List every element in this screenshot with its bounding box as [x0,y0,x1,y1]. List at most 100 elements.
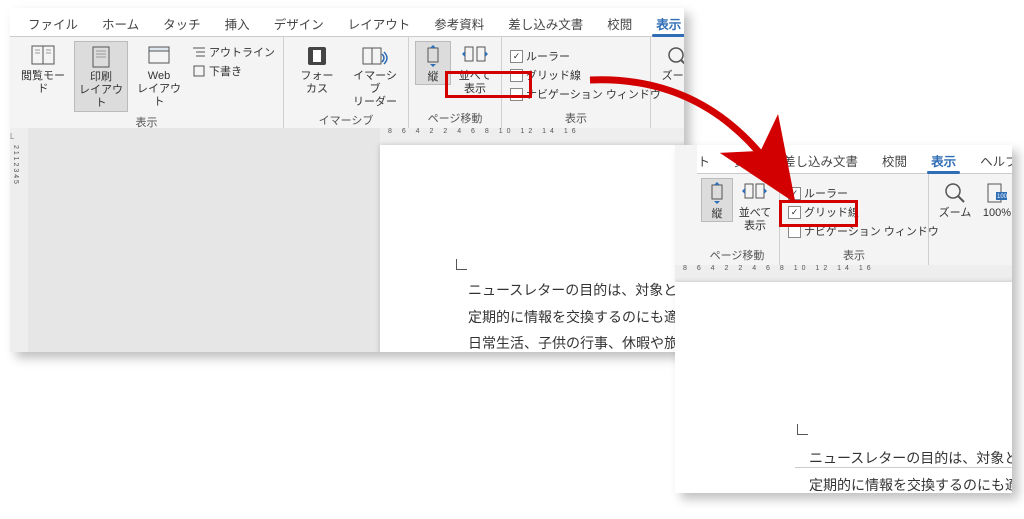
draft-button[interactable]: 下書き [190,62,277,80]
web-layout-icon [146,44,172,68]
zoom-button[interactable]: ズーム [657,41,684,83]
reading-mode-button[interactable]: 閲覧モード [16,41,70,96]
checkbox-icon [788,187,801,200]
ribbon: 縦 並べて 表示 ページ移動 ルーラー [675,174,1012,267]
checkbox-icon [510,50,523,63]
zoom-100-label: 100% [979,207,1012,220]
checkbox-icon [510,69,523,82]
clipped-edge [675,145,697,265]
vertical-button[interactable]: 縦 [415,41,451,85]
web-layout-label: Web レイアウト [132,70,186,110]
doc-line-1: ニュースレターの目的は、対象と [468,279,684,306]
print-layout-button[interactable]: 印刷 レイアウト [74,41,128,112]
tab-mailings[interactable]: 差し込み文書 [773,146,868,173]
document-area: L 8 6 4 2 2 4 6 8 10 12 14 16 2 1 1 2 3 … [10,128,684,352]
group-page-movement: 縦 並べて 表示 ページ移動 [409,37,502,129]
gridlines-checkbox[interactable]: グリッド線 [508,66,663,84]
focus-label: フォー カス [290,70,344,96]
tab-insert[interactable]: 挿入 [215,9,260,36]
tab-help[interactable]: ヘルプ [970,146,1012,173]
group-page-movement: 縦 並べて 表示 ページ移動 [695,174,780,266]
document-page[interactable]: ニュースレターの目的は、対象と 定期的に情報を交換するのにも適 日常生活、子供の… [380,145,684,352]
horizontal-ruler[interactable]: 8 6 4 2 2 4 6 8 10 12 14 16 [675,265,1012,282]
zoom-100-icon: 100 [986,181,1008,205]
immersive-reader-icon [361,44,389,68]
tab-design[interactable]: デザイン [264,9,334,36]
svg-text:100: 100 [997,194,1008,200]
ruler-corner: L [10,128,28,145]
side-by-side-button[interactable]: 並べて 表示 [737,178,773,233]
doc-line-1: ニュースレターの目的は、対象と [809,447,1012,474]
draft-label: 下書き [209,63,242,79]
tab-view[interactable]: 表示 [646,9,684,36]
zoom-icon [665,44,684,68]
screenshot-before: ファイル ホーム タッチ 挿入 デザイン レイアウト 参考資料 差し込み文書 校… [10,8,684,352]
group-views: 閲覧モード 印刷 レイアウト Web レイアウト アウトライン [10,37,284,129]
document-text: ニュースレターの目的は、対象と 定期的に情報を交換するのにも適 日常生活、子供の… [809,447,1012,493]
vertical-button[interactable]: 縦 [701,178,733,222]
vertical-label: 縦 [416,71,450,84]
paragraph-mark-icon [797,424,808,435]
horizontal-ruler[interactable]: 8 6 4 2 2 4 6 8 10 12 14 16 [380,128,684,145]
document-text: ニュースレターの目的は、対象と 定期的に情報を交換するのにも適 日常生活、子供の… [468,279,684,352]
zoom-label: ズーム [657,70,684,83]
tab-mailings[interactable]: 差し込み文書 [498,9,593,36]
print-layout-label: 印刷 レイアウト [75,71,127,111]
zoom-button[interactable]: ズーム [935,178,975,220]
zoom-icon [943,181,967,205]
ruler-checkbox[interactable]: ルーラー [508,47,663,65]
v-ruler-numbers: 2 1 1 2 3 4 5 [12,145,19,184]
vertical-icon [423,45,443,69]
tab-view[interactable]: 表示 [921,146,966,173]
checkbox-icon [788,206,801,219]
tab-references[interactable]: 参考資料 [424,9,494,36]
navigation-pane-checkbox[interactable]: ナビゲーション ウィンドウ [786,222,941,240]
checkbox-icon [788,225,801,238]
tab-touch[interactable]: タッチ [153,9,211,36]
side-by-side-button[interactable]: 並べて 表示 [455,41,495,96]
focus-button[interactable]: フォー カス [290,41,344,96]
tab-review[interactable]: 校閲 [597,9,642,36]
outline-button[interactable]: アウトライン [190,43,277,61]
group-immersive: フォー カス イマーシブ リーダー イマーシブ [284,37,409,129]
tab-home[interactable]: ホーム [92,9,149,36]
web-layout-button[interactable]: Web レイアウト [132,41,186,110]
zoom-100-button[interactable]: 100 100% [979,178,1012,220]
reading-mode-icon [29,44,57,68]
print-layout-icon [89,45,113,69]
side-by-side-icon [741,181,769,205]
tab-references-fragment[interactable]: 資料 [724,146,769,173]
ruler-checkbox[interactable]: ルーラー [786,184,941,202]
group-show: ルーラー グリッド線 ナビゲーション ウィンドウ 表示 [502,37,651,129]
navigation-pane-checkbox[interactable]: ナビゲーション ウィンドウ [508,85,663,103]
doc-line-2: 定期的に情報を交換するのにも適 [468,306,684,333]
ruler-label: ルーラー [526,48,570,64]
page-movement-group-label: ページ移動 [415,108,495,129]
draft-icon [192,65,206,77]
tab-layout[interactable]: レイアウト [338,9,421,36]
tab-file[interactable]: ファイル [18,9,88,36]
focus-icon [305,44,329,68]
side-by-side-label: 並べて 表示 [737,207,773,233]
outline-icon [192,46,206,58]
side-by-side-icon [460,44,490,68]
immersive-reader-label: イマーシブ リーダー [348,70,402,110]
doc-line-2: 定期的に情報を交換するのにも適 [809,474,1012,493]
reading-mode-label: 閲覧モード [16,70,70,96]
vertical-icon [708,182,726,206]
paragraph-mark-icon [456,259,467,270]
screenshot-after: ウト 資料 差し込み文書 校閲 表示 ヘルプ 縦 並べて 表示 [675,145,1012,493]
tab-review[interactable]: 校閲 [872,146,917,173]
gridlines-checkbox[interactable]: グリッド線 [786,203,941,221]
show-group-label: 表示 [786,245,922,266]
show-group-label: 表示 [508,108,644,129]
navigation-pane-label: ナビゲーション ウィンドウ [804,223,939,239]
ruler-label: ルーラー [804,185,848,201]
navigation-pane-label: ナビゲーション ウィンドウ [526,86,661,102]
doc-line-3: 日常生活、子供の行事、休暇や旅 [468,332,684,352]
vertical-ruler[interactable]: 2 1 1 2 3 4 5 [10,145,28,352]
checkbox-icon [510,88,523,101]
document-page[interactable]: ニュースレターの目的は、対象と 定期的に情報を交換するのにも適 日常生活、子供の… [675,282,1012,493]
immersive-reader-button[interactable]: イマーシブ リーダー [348,41,402,110]
document-area: 8 6 4 2 2 4 6 8 10 12 14 16 ニュースレターの目的は、… [675,265,1012,493]
